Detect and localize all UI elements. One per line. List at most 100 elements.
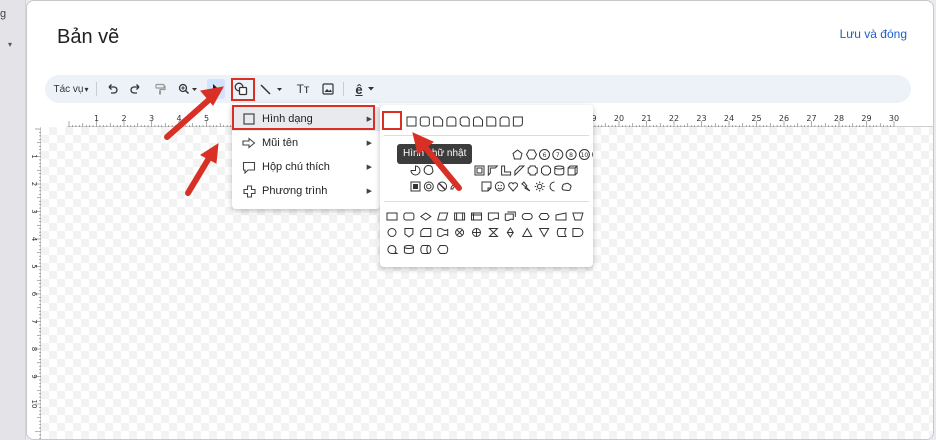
flowchart-predefined-process-shape[interactable] — [454, 212, 466, 221]
flowchart-sort-shape[interactable] — [506, 227, 514, 238]
lightning-shape[interactable] — [521, 181, 531, 192]
flowchart-manual-input-shape[interactable] — [555, 212, 567, 221]
menu-item-arrows[interactable]: Mũi tên ▶ — [232, 131, 380, 155]
line-icon[interactable] — [257, 79, 287, 99]
flowchart-delay-shape[interactable] — [572, 228, 584, 237]
flowchart-merge-shape[interactable] — [538, 228, 550, 238]
flowchart-data-shape[interactable] — [437, 212, 449, 221]
drawing-dialog: Bản vẽ Lưu và đóng Tác vụ ▾ Tт ê 1 2 3 4… — [26, 0, 934, 440]
snip-round-rectangle-shape[interactable] — [473, 116, 483, 127]
diagonal-stripe-shape[interactable] — [514, 165, 526, 177]
ruler-number: 3 — [149, 114, 154, 123]
flowchart-connector-shape[interactable] — [387, 228, 397, 237]
flowchart-offpage-connector-shape[interactable] — [404, 228, 414, 238]
flowchart-card-shape[interactable] — [420, 228, 432, 237]
folded-corner-shape[interactable] — [481, 181, 492, 192]
flowchart-punched-tape-shape[interactable] — [437, 228, 449, 237]
ruler-number: 5 — [30, 264, 38, 268]
save-and-close-button[interactable]: Lưu và đóng — [840, 27, 907, 41]
ruler-number: 24 — [724, 114, 734, 123]
flowchart-direct-access-storage-shape[interactable] — [420, 245, 432, 254]
polygon-8-shape[interactable]: 8 — [565, 149, 577, 160]
actions-menu-button[interactable]: Tác vụ ▾ — [51, 79, 91, 99]
ruler-number: 2 — [121, 114, 126, 123]
drawing-toolbar: Tác vụ ▾ Tт ê — [45, 75, 911, 103]
ruler-number: 21 — [641, 114, 651, 123]
menu-item-callouts[interactable]: Hộp chú thích ▶ — [232, 155, 380, 179]
frame-shape[interactable] — [474, 165, 485, 176]
shapes-grid: 6781012 — [386, 116, 593, 255]
moon-shape[interactable] — [549, 181, 555, 192]
hexagon-shape[interactable] — [525, 149, 538, 160]
octagon-frame-shape[interactable] — [541, 165, 551, 176]
flowchart-stored-data-shape[interactable] — [556, 228, 567, 237]
smiley-shape[interactable] — [494, 181, 505, 192]
chord-shape[interactable] — [423, 164, 434, 175]
block-arc-shape[interactable] — [450, 184, 461, 190]
flowchart-multidocument-shape[interactable] — [504, 211, 516, 221]
flowchart-terminator-shape[interactable] — [521, 213, 533, 220]
wordart-button[interactable]: ê — [351, 79, 379, 99]
image-icon[interactable] — [319, 79, 337, 99]
flowchart-sequential-access-storage-shape[interactable] — [387, 245, 399, 255]
flowchart-extract-shape[interactable] — [521, 227, 533, 237]
flowchart-decision-shape[interactable] — [419, 212, 432, 221]
cloud-shape[interactable] — [561, 182, 572, 191]
round-diagonal-rectangle-shape[interactable] — [499, 116, 510, 127]
plaque-shape[interactable] — [527, 165, 538, 176]
heart-shape[interactable] — [508, 182, 518, 192]
cursor-icon[interactable] — [207, 79, 225, 99]
flowchart-collate-shape[interactable] — [488, 228, 499, 237]
flowchart-manual-operation-shape[interactable] — [572, 212, 584, 221]
half-frame-shape[interactable] — [487, 165, 499, 177]
background-caret-icon[interactable]: ▾ — [8, 40, 12, 49]
undo-icon[interactable] — [103, 79, 121, 99]
snip-corner-rectangle-shape[interactable] — [433, 116, 444, 127]
redo-icon[interactable] — [127, 79, 145, 99]
flowchart-display-shape[interactable] — [437, 245, 449, 254]
shape-icon[interactable] — [231, 79, 251, 99]
submenu-arrow-icon: ▶ — [366, 188, 372, 195]
menu-item-equation[interactable]: Phương trình ▶ — [232, 179, 380, 203]
no-symbol-shape[interactable] — [437, 181, 448, 192]
pentagon-shape[interactable] — [512, 149, 523, 160]
polygon-10-shape[interactable]: 10 — [578, 149, 590, 160]
sun-shape[interactable] — [534, 181, 545, 192]
paint-format-icon[interactable] — [151, 79, 169, 99]
polygon-6-shape[interactable]: 6 — [539, 149, 550, 160]
bevel-shape[interactable] — [410, 181, 421, 192]
shape-type-menu: Hình dạng ▶ Mũi tên ▶ Hộp chú thích ▶ Ph… — [232, 103, 380, 209]
ruler-number: 4 — [176, 114, 181, 123]
round-top-rectangle-shape[interactable] — [446, 116, 457, 127]
shape-badge-number: 6 — [543, 152, 547, 159]
ruler-number: 10 — [30, 400, 38, 409]
text-box-icon[interactable]: Tт — [293, 79, 313, 99]
menu-item-shapes[interactable]: Hình dạng ▶ — [232, 107, 380, 131]
flowchart-or-shape[interactable] — [472, 228, 481, 237]
submenu-arrow-icon: ▶ — [366, 116, 372, 123]
zoom-icon[interactable] — [175, 79, 201, 99]
ruler-number: 30 — [889, 114, 899, 123]
background-partial-text: g — [0, 8, 7, 20]
ruler-number: 8 — [30, 347, 38, 351]
menu-item-label: Hộp chú thích — [262, 161, 330, 173]
can-shape[interactable] — [554, 165, 565, 176]
round-bottom-rectangle-shape[interactable] — [512, 116, 523, 127]
flowchart-summing-junction-shape[interactable] — [455, 228, 465, 237]
ruler-number: 29 — [861, 114, 871, 123]
l-shape[interactable] — [501, 165, 512, 176]
flowchart-preparation-shape[interactable] — [538, 213, 550, 220]
flowchart-process-shape[interactable] — [386, 212, 398, 221]
flowchart-alternate-process-shape[interactable] — [403, 212, 415, 221]
flowchart-internal-storage-shape[interactable] — [471, 212, 482, 221]
rounded-rectangle-shape[interactable] — [419, 116, 430, 127]
pie-shape[interactable] — [410, 165, 421, 176]
snip-diagonal-rectangle-shape[interactable] — [459, 116, 470, 127]
donut-shape[interactable] — [423, 181, 434, 192]
flowchart-magnetic-disk-shape[interactable] — [403, 245, 414, 254]
polygon-7-shape[interactable]: 7 — [552, 149, 564, 160]
rectangle-shape[interactable] — [406, 116, 417, 127]
cube-shape[interactable] — [567, 165, 578, 176]
flowchart-document-shape[interactable] — [487, 212, 499, 221]
round-corner-rectangle-shape[interactable] — [486, 116, 497, 127]
